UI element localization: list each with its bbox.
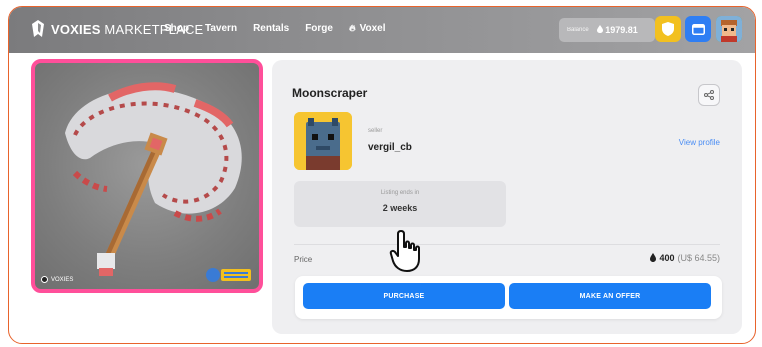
nft-image-card[interactable]: VOXIES bbox=[31, 59, 263, 293]
price-amount: 400 bbox=[659, 253, 675, 263]
page-frame: VOXIES MARKETPLACE Shop Tavern Rentals F… bbox=[8, 6, 756, 344]
shield-icon bbox=[662, 22, 674, 36]
price-usd: (U$ 64.55) bbox=[677, 253, 720, 263]
seller-avatar[interactable] bbox=[294, 112, 352, 170]
divider bbox=[294, 244, 720, 245]
window-icon bbox=[691, 23, 705, 35]
nft-badge-text: VOXIES bbox=[51, 276, 74, 283]
balance-label: Balance bbox=[567, 27, 589, 33]
voxies-brand-logo bbox=[206, 268, 251, 282]
voxel-currency-icon bbox=[650, 253, 657, 262]
purchase-button[interactable]: PURCHASE bbox=[303, 283, 505, 309]
nav-rentals[interactable]: Rentals bbox=[253, 23, 289, 34]
axe-nft-image bbox=[65, 82, 242, 276]
voxie-avatar-icon bbox=[716, 16, 742, 42]
listing-value: 2 weeks bbox=[382, 203, 418, 213]
actions-card: PURCHASE MAKE AN OFFER bbox=[295, 276, 722, 319]
nav-shop[interactable]: Shop bbox=[164, 23, 189, 34]
user-avatar[interactable] bbox=[716, 16, 742, 42]
main-nav: Shop Tavern Rentals Forge 🔥︎ Voxel bbox=[164, 23, 386, 34]
seller-name[interactable]: vergil_cb bbox=[368, 142, 412, 153]
seller-label: seller bbox=[368, 128, 383, 134]
balance-widget[interactable]: Balance 1979.81 bbox=[559, 18, 655, 42]
listing-ends-box: Listing ends in 2 weeks bbox=[294, 181, 506, 227]
hand-pointer-cursor-icon bbox=[389, 230, 420, 272]
listing-label: Listing ends in bbox=[380, 190, 420, 196]
view-profile-link[interactable]: View profile bbox=[679, 138, 720, 147]
share-button[interactable] bbox=[698, 84, 720, 106]
item-detail-panel: Moonscraper seller vergil_cb View profil… bbox=[272, 60, 742, 334]
voxel-currency-icon bbox=[596, 25, 603, 33]
nav-voxel-label: Voxel bbox=[359, 23, 386, 34]
nav-voxel[interactable]: 🔥︎ Voxel bbox=[349, 23, 386, 34]
nav-forge[interactable]: Forge bbox=[305, 23, 333, 34]
item-title: Moonscraper bbox=[292, 86, 368, 100]
top-navbar: VOXIES MARKETPLACE Shop Tavern Rentals F… bbox=[9, 7, 755, 53]
shield-button[interactable] bbox=[655, 16, 681, 42]
voxel-icon: 🔥︎ bbox=[348, 23, 356, 33]
nft-badge: VOXIES bbox=[41, 276, 73, 283]
nav-tavern[interactable]: Tavern bbox=[205, 23, 237, 34]
seller-voxie-icon bbox=[294, 112, 352, 170]
voxies-logo-icon bbox=[32, 20, 44, 37]
make-offer-button[interactable]: MAKE AN OFFER bbox=[509, 283, 711, 309]
share-icon bbox=[704, 90, 714, 100]
price-label: Price bbox=[294, 255, 313, 264]
window-button[interactable] bbox=[685, 16, 711, 42]
balance-value: 1979.81 bbox=[596, 25, 638, 35]
price-value: 400 (U$ 64.55) bbox=[650, 253, 720, 263]
badge-dot-icon bbox=[41, 276, 48, 283]
